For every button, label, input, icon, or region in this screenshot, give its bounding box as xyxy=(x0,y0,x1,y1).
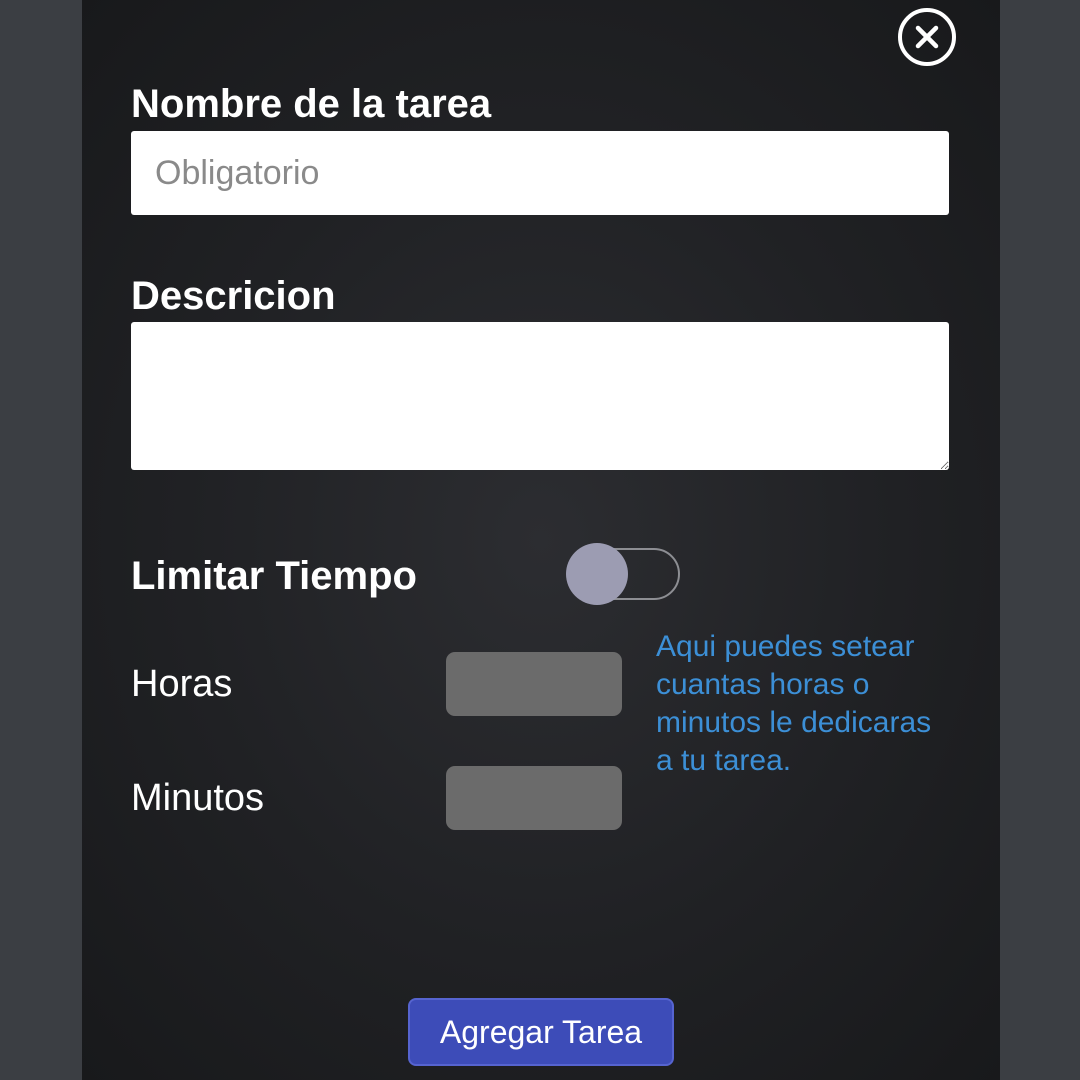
limit-time-toggle[interactable] xyxy=(566,543,682,605)
task-name-label: Nombre de la tarea xyxy=(131,82,492,126)
page: Nombre de la tarea Descricion Limitar Ti… xyxy=(0,0,1080,1080)
minutes-input[interactable] xyxy=(446,766,622,830)
add-task-button[interactable]: Agregar Tarea xyxy=(408,998,674,1066)
close-button[interactable] xyxy=(898,8,956,66)
hours-label: Horas xyxy=(131,663,233,705)
description-textarea[interactable] xyxy=(131,322,949,470)
close-icon xyxy=(915,25,939,49)
toggle-knob xyxy=(566,543,628,605)
hours-input[interactable] xyxy=(446,652,622,716)
minutes-label: Minutos xyxy=(131,777,265,819)
description-label: Descricion xyxy=(131,274,336,318)
time-hint-text: Aqui puedes setear cuantas horas o minut… xyxy=(656,630,932,777)
task-name-input[interactable] xyxy=(131,131,949,215)
add-task-modal: Nombre de la tarea Descricion Limitar Ti… xyxy=(82,0,1000,1080)
limit-time-label: Limitar Tiempo xyxy=(131,554,417,598)
